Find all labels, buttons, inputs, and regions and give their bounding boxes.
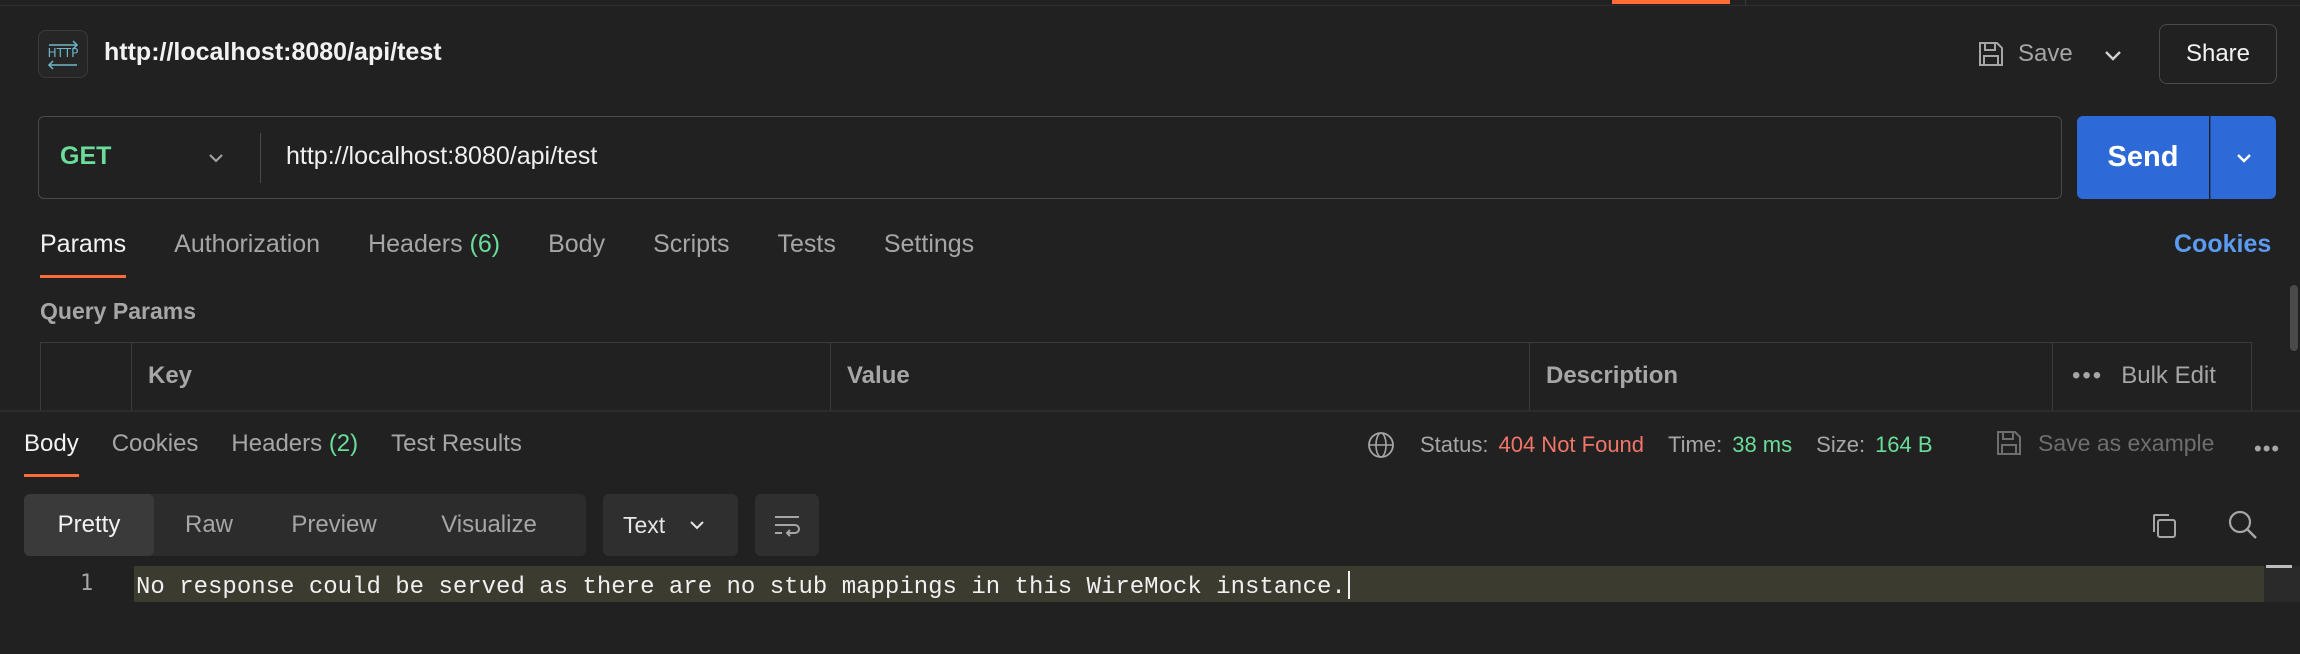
tab-body[interactable]: Body	[548, 230, 605, 270]
response-body-text[interactable]: No response could be served as there are…	[136, 571, 1350, 601]
response-tabs: Body Cookies Headers (2) Test Results	[24, 430, 555, 477]
column-divider	[2052, 343, 2053, 411]
method-select[interactable]: GET	[60, 142, 111, 171]
more-options-icon[interactable]: •••	[2254, 436, 2280, 462]
copy-icon[interactable]	[2148, 510, 2180, 542]
tab-headers[interactable]: Headers (6)	[368, 230, 500, 270]
http-request-icon: HTTP	[38, 30, 88, 78]
time-value: 38 ms	[1732, 432, 1793, 457]
save-options-chevron-icon[interactable]	[2098, 40, 2128, 70]
view-preview[interactable]: Preview	[264, 494, 404, 556]
globe-icon[interactable]	[1366, 430, 1396, 460]
status-value: 404 Not Found	[1498, 432, 1645, 457]
bulk-edit-button[interactable]: Bulk Edit	[2121, 362, 2216, 390]
url-input[interactable]: http://localhost:8080/api/test	[286, 142, 597, 171]
headers-count: (6)	[469, 230, 501, 258]
url-divider	[260, 133, 261, 183]
save-label: Save	[2018, 40, 2073, 67]
top-tab-strip	[0, 0, 2300, 6]
tab-divider	[1745, 0, 1746, 6]
query-params-title: Query Params	[40, 298, 196, 324]
response-status-bar: Status: 404 Not Found Time: 38 ms Size: …	[1366, 430, 1933, 460]
request-title[interactable]: http://localhost:8080/api/test	[104, 38, 442, 67]
tab-scripts[interactable]: Scripts	[653, 230, 729, 270]
column-header-value: Value	[847, 362, 910, 389]
overview-ruler	[2264, 566, 2300, 602]
save-icon	[1979, 42, 2003, 66]
chevron-down-icon	[690, 521, 704, 530]
save-button[interactable]: Save	[1976, 34, 2073, 74]
tab-params[interactable]: Params	[40, 230, 127, 278]
save-icon	[1997, 431, 2021, 455]
view-pretty[interactable]: Pretty	[24, 494, 154, 556]
column-divider	[830, 343, 831, 411]
more-options-icon[interactable]: •••	[2072, 362, 2103, 390]
chevron-down-icon	[2236, 153, 2251, 163]
tab-settings[interactable]: Settings	[884, 230, 974, 270]
column-divider	[1529, 343, 1530, 411]
tab-authorization[interactable]: Authorization	[174, 230, 320, 270]
pane-divider[interactable]	[0, 410, 2300, 412]
tab-tests[interactable]: Tests	[777, 230, 835, 270]
view-raw[interactable]: Raw	[154, 494, 264, 556]
tab-response-body[interactable]: Body	[24, 430, 79, 477]
tab-response-cookies[interactable]: Cookies	[112, 430, 199, 458]
size-value: 164 B	[1875, 432, 1933, 457]
format-select[interactable]: Text	[603, 494, 738, 556]
search-icon[interactable]	[2226, 508, 2260, 542]
send-button[interactable]: Send	[2077, 116, 2209, 199]
view-mode-tabs: Pretty Raw Preview Visualize	[24, 494, 586, 556]
word-wrap-button[interactable]	[755, 494, 819, 556]
line-number: 1	[80, 571, 94, 596]
cookies-link[interactable]: Cookies	[2174, 230, 2271, 259]
tab-response-headers[interactable]: Headers (2)	[231, 430, 358, 458]
column-header-description: Description	[1546, 362, 1679, 389]
query-params-table	[40, 342, 2252, 411]
active-tab-indicator	[1612, 0, 1730, 4]
tab-test-results[interactable]: Test Results	[391, 430, 522, 458]
size-label: Size:	[1816, 432, 1866, 457]
status-label: Status:	[1420, 432, 1489, 457]
request-tabs: Params Authorization Headers (6) Body Sc…	[40, 230, 1022, 278]
time-label: Time:	[1668, 432, 1723, 457]
text-cursor	[1347, 571, 1350, 599]
wrap-lines-icon	[775, 516, 800, 537]
send-options-button[interactable]	[2210, 116, 2276, 199]
column-header-key: Key	[148, 362, 193, 389]
view-visualize[interactable]: Visualize	[404, 494, 574, 556]
save-as-example-button[interactable]: Save as example	[1994, 428, 2214, 458]
share-button[interactable]: Share	[2159, 24, 2277, 84]
chevron-down-icon[interactable]	[204, 146, 228, 170]
scroll-marker	[2266, 565, 2292, 568]
response-headers-count: (2)	[328, 430, 359, 457]
bulk-edit-area: ••• Bulk Edit	[2072, 362, 2216, 390]
scrollbar-thumb[interactable]	[2290, 285, 2298, 351]
column-divider	[131, 343, 132, 411]
